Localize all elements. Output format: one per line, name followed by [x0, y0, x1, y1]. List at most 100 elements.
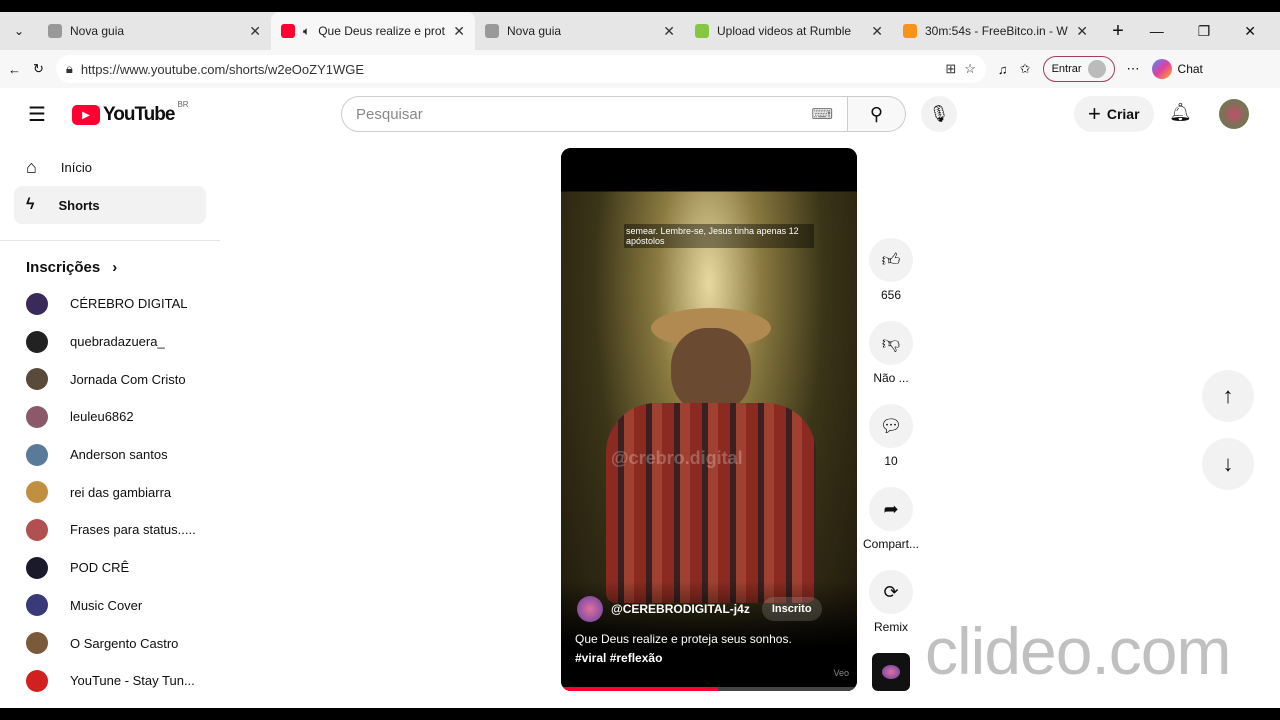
site-info-icon[interactable]: 🔒︎ — [66, 61, 73, 77]
channel-avatar — [26, 405, 48, 428]
subscription-item[interactable]: quebradazuera_ — [0, 323, 220, 361]
subscription-item[interactable]: POD CRÊ — [0, 549, 220, 587]
favorite-star-icon[interactable]: ☆ — [964, 61, 976, 77]
youtube-page: ☰ ▶ YouTube BR Pesquisar ⌨ ⚲ 🎙︎ + Criar 🔔︎… — [0, 88, 1280, 708]
share-button[interactable]: ➦ Compart... — [862, 487, 920, 551]
copilot-icon — [1151, 59, 1172, 79]
close-tab-icon[interactable]: ✕ — [871, 23, 883, 40]
plaid-shirt — [606, 403, 816, 603]
subscription-item[interactable]: O Sargento Castro — [0, 624, 220, 662]
channel-avatar — [26, 594, 48, 617]
subscription-item[interactable]: Jornada Com Cristo — [0, 360, 220, 398]
copilot-chat-button[interactable]: Chat — [1151, 59, 1203, 79]
previous-short-button[interactable]: ↑ — [1202, 370, 1254, 422]
apps-icon[interactable]: ⊞ — [945, 61, 956, 77]
sidebar-item-shorts[interactable]: ϟ Shorts — [14, 186, 206, 224]
audio-source-thumbnail[interactable] — [872, 653, 910, 691]
home-icon: ⌂ — [26, 156, 37, 177]
subscription-label: rei das gambiarra — [70, 484, 172, 500]
remix-button[interactable]: ⟳ Remix — [862, 570, 920, 634]
microphone-icon: 🎙︎ — [928, 106, 950, 123]
restore-button[interactable]: ❐ — [1198, 23, 1211, 40]
keyboard-icon[interactable]: ⌨ — [811, 105, 833, 123]
channel-avatar — [26, 518, 48, 541]
subscription-item[interactable]: CÉREBRO DIGITAL — [0, 285, 220, 323]
channel-name[interactable]: @CEREBRODIGITAL-j4z — [611, 602, 750, 616]
minimize-button[interactable]: — — [1150, 23, 1164, 40]
sidebar-item-home[interactable]: ⌂ Início — [14, 148, 206, 186]
subscription-label: Anderson santos — [70, 447, 168, 463]
short-title: Que Deus realize e proteja seus sonhos. — [575, 632, 792, 646]
next-short-button[interactable]: ↓ — [1202, 438, 1254, 490]
close-tab-icon[interactable]: ✕ — [249, 23, 261, 40]
youtube-header: ☰ ▶ YouTube BR Pesquisar ⌨ ⚲ 🎙︎ + Criar 🔔︎ — [0, 88, 1280, 140]
subscriptions-title: Inscrições — [26, 258, 101, 276]
subscriptions-header[interactable]: Inscrições › — [0, 253, 220, 281]
subscription-item[interactable]: YouTune - Stay Tun... — [0, 662, 220, 700]
new-tab-button[interactable]: + — [1098, 20, 1138, 43]
subscription-item[interactable]: Music Cover — [0, 587, 220, 625]
subscribed-button[interactable]: Inscrito — [761, 597, 822, 621]
url-field[interactable]: 🔒︎ https://www.youtube.com/shorts/w2eOoZ… — [55, 55, 986, 83]
subscription-item[interactable]: Frases para status..... — [0, 511, 220, 549]
youtube-play-icon: ▶ — [72, 105, 100, 125]
channel-avatar — [26, 669, 48, 692]
clideo-watermark: clideo.com — [925, 614, 1231, 688]
channel-avatar[interactable] — [577, 596, 603, 622]
like-count: 656 — [880, 288, 902, 302]
dislike-button[interactable]: 👎︎ Não ... — [862, 321, 920, 385]
account-avatar[interactable] — [1219, 99, 1249, 129]
short-hashtags[interactable]: #viral #reflexão — [575, 651, 662, 665]
search-input[interactable]: Pesquisar ⌨ — [341, 96, 848, 132]
veo-badge: Veo — [833, 668, 849, 678]
tab-label: Upload videos at Rumble — [717, 24, 852, 38]
speaker-icon[interactable]: 🔈︎ — [303, 24, 310, 39]
subscription-item[interactable]: leuleu6862 — [0, 398, 220, 436]
subscription-label: Music Cover — [70, 597, 143, 613]
subscription-item[interactable]: rei das gambiarra — [0, 473, 220, 511]
subscription-item[interactable]: Anderson santos — [0, 436, 220, 474]
menu-icon[interactable]: ☰ — [28, 102, 46, 127]
more-menu-icon[interactable]: ⋯ — [1127, 61, 1140, 77]
favicon-icon — [48, 24, 62, 38]
subscription-label: O Sargento Castro — [70, 635, 179, 651]
voice-search-button[interactable]: 🎙︎ — [921, 96, 957, 132]
tab-0[interactable]: Nova guia ✕ — [38, 12, 271, 50]
short-video-player[interactable]: semear. Lembre-se, Jesus tinha apenas 12… — [561, 148, 857, 691]
back-button[interactable]: ← — [8, 62, 21, 77]
sidebar-item-label: Início — [60, 159, 92, 175]
tab-3[interactable]: Upload videos at Rumble ✕ — [685, 12, 893, 50]
favorites-icon[interactable]: ✩ — [1020, 61, 1031, 77]
signin-label: Entrar — [1051, 63, 1082, 75]
tab-4[interactable]: 30m:54s - FreeBitco.in - Win fr ✕ — [893, 12, 1098, 50]
close-tab-icon[interactable]: ✕ — [663, 23, 675, 40]
search-button[interactable]: ⚲ — [848, 96, 906, 132]
remix-icon: ⟳ — [869, 570, 913, 614]
url-text: https://www.youtube.com/shorts/w2eOoZY1W… — [80, 61, 365, 77]
create-button[interactable]: + Criar — [1074, 96, 1154, 132]
reload-button[interactable]: ↻ — [33, 61, 44, 77]
notifications-bell-icon[interactable]: 🔔︎ — [1169, 102, 1192, 123]
tab-1[interactable]: 🔈︎ Que Deus realize e proteja ✕ — [271, 12, 475, 50]
subscription-label: YouTune - Stay Tun... — [70, 673, 195, 689]
tab-list-button[interactable]: ⌄ — [0, 24, 38, 38]
comment-count: 10 — [884, 454, 898, 468]
logo-text: YouTube — [103, 104, 175, 125]
favicon-icon — [903, 24, 917, 38]
search-bar: Pesquisar ⌨ ⚲ — [341, 96, 906, 132]
close-tab-icon[interactable]: ✕ — [453, 23, 465, 40]
subscription-label: POD CRÊ — [70, 560, 130, 576]
progress-bar[interactable] — [561, 687, 857, 691]
like-button[interactable]: 👍︎ 656 — [862, 238, 920, 302]
close-window-button[interactable]: ✕ — [1244, 23, 1256, 40]
arrow-up-icon: ↑ — [1222, 383, 1234, 408]
comments-button[interactable]: 💬︎ 10 — [862, 404, 920, 468]
youtube-logo[interactable]: ▶ YouTube BR — [72, 100, 189, 126]
close-tab-icon[interactable]: ✕ — [1076, 23, 1088, 40]
signin-button[interactable]: Entrar — [1042, 56, 1115, 82]
media-icon[interactable]: ♫ — [998, 62, 1008, 77]
tab-2[interactable]: Nova guia ✕ — [475, 12, 685, 50]
channel-avatar — [26, 556, 48, 579]
subscription-label: Frases para status..... — [70, 522, 196, 538]
favicon-icon — [695, 24, 709, 38]
